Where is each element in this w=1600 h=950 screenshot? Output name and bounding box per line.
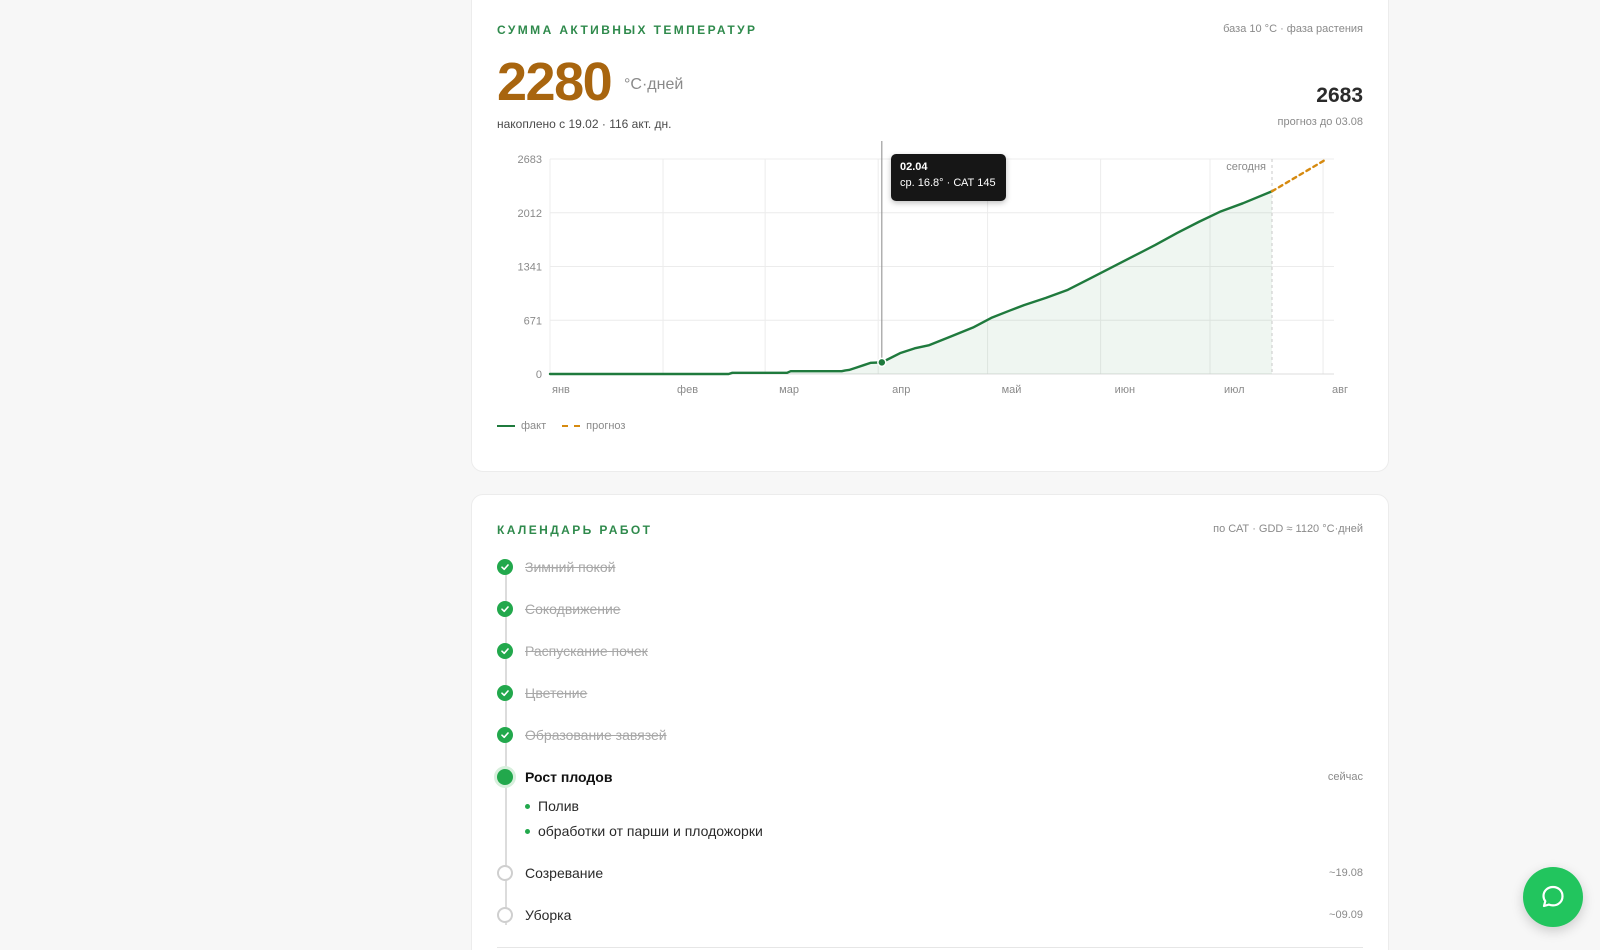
legend-fact-label: факт	[521, 420, 547, 432]
phase-item[interactable]: Зимний покой	[497, 557, 1363, 577]
phase-label: Зимний покой	[525, 559, 616, 575]
phase-label: Уборка	[525, 907, 572, 923]
phase-label: Распускание почек	[525, 643, 648, 659]
current-phase-dot-icon	[497, 769, 513, 785]
fact-area	[550, 191, 1273, 374]
tooltip-date: 02.04	[900, 161, 928, 173]
y-tick-label: 0	[536, 369, 542, 381]
bullet-icon	[525, 803, 530, 809]
phase-item[interactable]: Образование завязей	[497, 725, 1363, 745]
x-tick-label: мар	[779, 384, 799, 396]
tooltip-info: ср. 16.8° · САТ 145	[900, 177, 996, 189]
hover-point	[877, 357, 887, 368]
phase-item[interactable]: Созревание ~19.08	[497, 863, 1363, 883]
x-tick-label: июн	[1115, 384, 1135, 396]
y-tick-label: 2683	[518, 154, 542, 166]
y-tick-label: 2012	[518, 208, 542, 220]
check-icon	[497, 727, 513, 743]
chart-legend: факт прогноз	[497, 420, 625, 432]
legend-forecast-label: прогноз	[586, 420, 626, 432]
check-icon	[497, 559, 513, 575]
task-label: обработки от парши и плодожорки	[538, 823, 763, 839]
phase-item[interactable]: Сокодвижение	[497, 599, 1363, 619]
check-icon	[497, 685, 513, 701]
today-label: сегодня	[1226, 161, 1266, 173]
task-label: Полив	[538, 798, 579, 814]
phase-item[interactable]: Уборка ~09.09	[497, 905, 1363, 925]
x-tick-label: апр	[892, 384, 910, 396]
phase-label: Образование завязей	[525, 727, 667, 743]
phase-item[interactable]: Распускание почек	[497, 641, 1363, 661]
calendar-section-title: КАЛЕНДАРЬ РАБОТ	[497, 523, 653, 537]
gdd-card: СУММА АКТИВНЫХ ТЕМПЕРАТУР база 10 °С · ф…	[471, 0, 1389, 472]
empty-circle-icon	[497, 907, 513, 923]
x-tick-label: май	[1002, 384, 1022, 396]
phase-item[interactable]: Цветение	[497, 683, 1363, 703]
empty-circle-icon	[497, 865, 513, 881]
x-tick-label: янв	[552, 384, 570, 396]
calendar-card: КАЛЕНДАРЬ РАБОТ по САТ · GDD ≈ 1120 °С·д…	[471, 494, 1389, 950]
forecast-series-line	[1270, 157, 1328, 193]
chat-bubble-icon	[1542, 885, 1564, 908]
task-item: обработки от парши и плодожорки	[525, 821, 763, 841]
phase-when: ~19.08	[1329, 867, 1363, 879]
gdd-forecast-label: прогноз до 03.08	[1277, 116, 1364, 128]
y-tick-label: 671	[524, 315, 542, 327]
gdd-unit: °С·дней	[624, 76, 684, 93]
gdd-forecast-value: 2683	[1316, 84, 1363, 107]
chat-button[interactable]	[1523, 867, 1583, 927]
x-tick-label: июл	[1224, 384, 1245, 396]
y-tick-label: 1341	[518, 262, 542, 274]
check-icon	[497, 643, 513, 659]
divider	[497, 947, 1363, 948]
phase-when: ~09.09	[1329, 909, 1363, 921]
phase-when: сейчас	[1327, 771, 1363, 783]
phase-label: Цветение	[525, 685, 588, 701]
bullet-icon	[525, 828, 530, 834]
x-tick-label: фев	[677, 384, 698, 396]
chart-tooltip: 02.04 ср. 16.8° · САТ 145	[891, 154, 1006, 201]
legend-fact-swatch	[497, 425, 515, 427]
calendar-section-meta: по САТ · GDD ≈ 1120 °С·дней	[1213, 523, 1363, 535]
gdd-section-title: СУММА АКТИВНЫХ ТЕМПЕРАТУР	[497, 23, 758, 37]
task-item: Полив	[525, 796, 579, 816]
phase-label: Рост плодов	[525, 769, 613, 785]
phase-item-current[interactable]: Рост плодов сейчас	[497, 767, 1363, 787]
gdd-section-meta: база 10 °С · фаза растения	[1223, 23, 1363, 35]
gdd-current-value: 2280	[497, 52, 613, 112]
gdd-accumulated-info: накоплено с 19.02 · 116 акт. дн.	[497, 117, 672, 131]
check-icon	[497, 601, 513, 617]
x-tick-label: авг	[1332, 384, 1348, 396]
legend-forecast-swatch	[562, 425, 581, 427]
phase-label: Сокодвижение	[525, 601, 621, 617]
phase-label: Созревание	[525, 865, 604, 881]
